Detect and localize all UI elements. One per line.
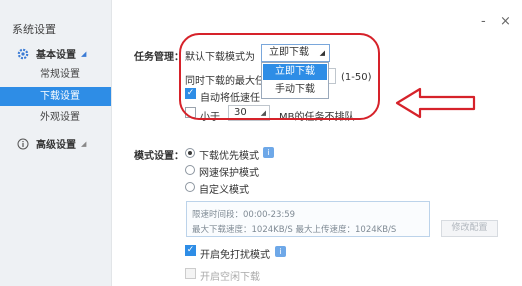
idle-download-label: 开启空闲下载 [200, 272, 260, 283]
minimize-button[interactable]: - [481, 14, 486, 29]
chevron-down-icon: ◢ [81, 49, 87, 58]
sidebar-item-general[interactable]: 常规设置 [0, 65, 111, 84]
free-mode-label: 开启免打扰模式 [200, 250, 270, 261]
info-icon[interactable]: i [275, 246, 286, 257]
speed-limit-info: 限速时间段：00:00-23:59 最大下载速度：1024KB/S 最大上传速度… [186, 201, 430, 237]
settings-window: 系统设置 基本设置 ◢ 常规设置 下载设置 外观设置 高级设置 ◢ - × 任务… [0, 0, 522, 286]
mode-radio-speed-protect[interactable] [185, 165, 195, 175]
info-icon[interactable]: i [263, 147, 274, 158]
idle-download-checkbox[interactable] [185, 268, 196, 279]
mode-section-label: 模式设置： [134, 151, 184, 162]
time-range-text: 限速时间段：00:00-23:59 [192, 210, 296, 220]
free-mode-checkbox[interactable]: ✓ [185, 245, 196, 256]
close-button[interactable]: × [500, 14, 511, 29]
sidebar-group-advanced-label: 高级设置 [36, 140, 76, 151]
mode-radio-download-first[interactable] [185, 148, 195, 158]
sidebar-group-basic-label: 基本设置 [36, 50, 76, 61]
mode-option-custom: 自定义模式 [199, 185, 249, 196]
gear-icon [17, 48, 29, 60]
sidebar-item-appearance[interactable]: 外观设置 [0, 108, 111, 127]
annotation-oval [179, 33, 380, 120]
info-circle-icon [17, 138, 29, 150]
mode-option-download-first: 下载优先模式 [199, 151, 259, 162]
sidebar: 系统设置 基本设置 ◢ 常规设置 下载设置 外观设置 高级设置 ◢ [0, 0, 112, 286]
task-section-label: 任务管理： [134, 52, 184, 63]
arrow-left-icon [395, 87, 476, 119]
sidebar-item-download[interactable]: 下载设置 [0, 87, 111, 106]
mode-option-speed-protect: 网速保护模式 [199, 168, 259, 179]
speed-limits-text: 最大下载速度：1024KB/S 最大上传速度：1024KB/S [192, 225, 397, 235]
sidebar-group-advanced[interactable]: 高级设置 ◢ [17, 136, 86, 151]
chevron-down-icon: ◢ [81, 139, 87, 148]
edit-config-button[interactable]: 修改配置 [441, 220, 498, 237]
sidebar-group-basic[interactable]: 基本设置 ◢ [17, 46, 86, 61]
window-title: 系统设置 [12, 23, 56, 36]
mode-radio-custom[interactable] [185, 182, 195, 192]
